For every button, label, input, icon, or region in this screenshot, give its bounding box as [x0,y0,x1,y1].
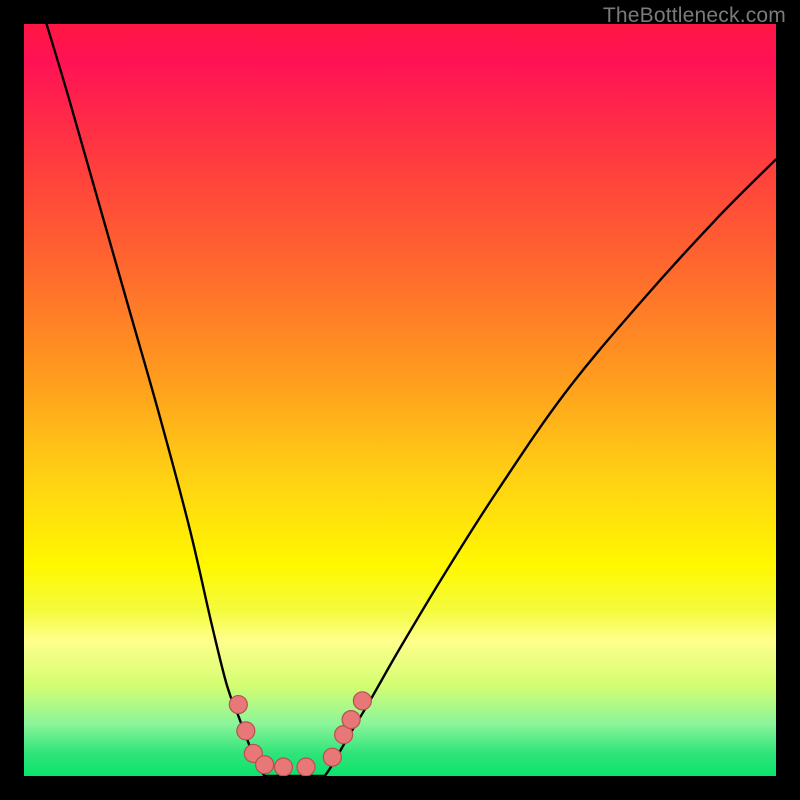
marker-cluster-left-2 [237,722,255,740]
marker-cluster-right-1 [323,748,341,766]
marker-cluster-right-3 [342,711,360,729]
marker-cluster-right-4 [353,692,371,710]
marker-points [24,24,776,776]
watermark-text: TheBottleneck.com [603,4,786,28]
marker-cluster-left-1 [229,696,247,714]
chart-frame [24,24,776,776]
marker-cluster-floor-3 [297,758,315,776]
marker-cluster-floor-1 [256,756,274,774]
marker-cluster-floor-2 [274,758,292,776]
